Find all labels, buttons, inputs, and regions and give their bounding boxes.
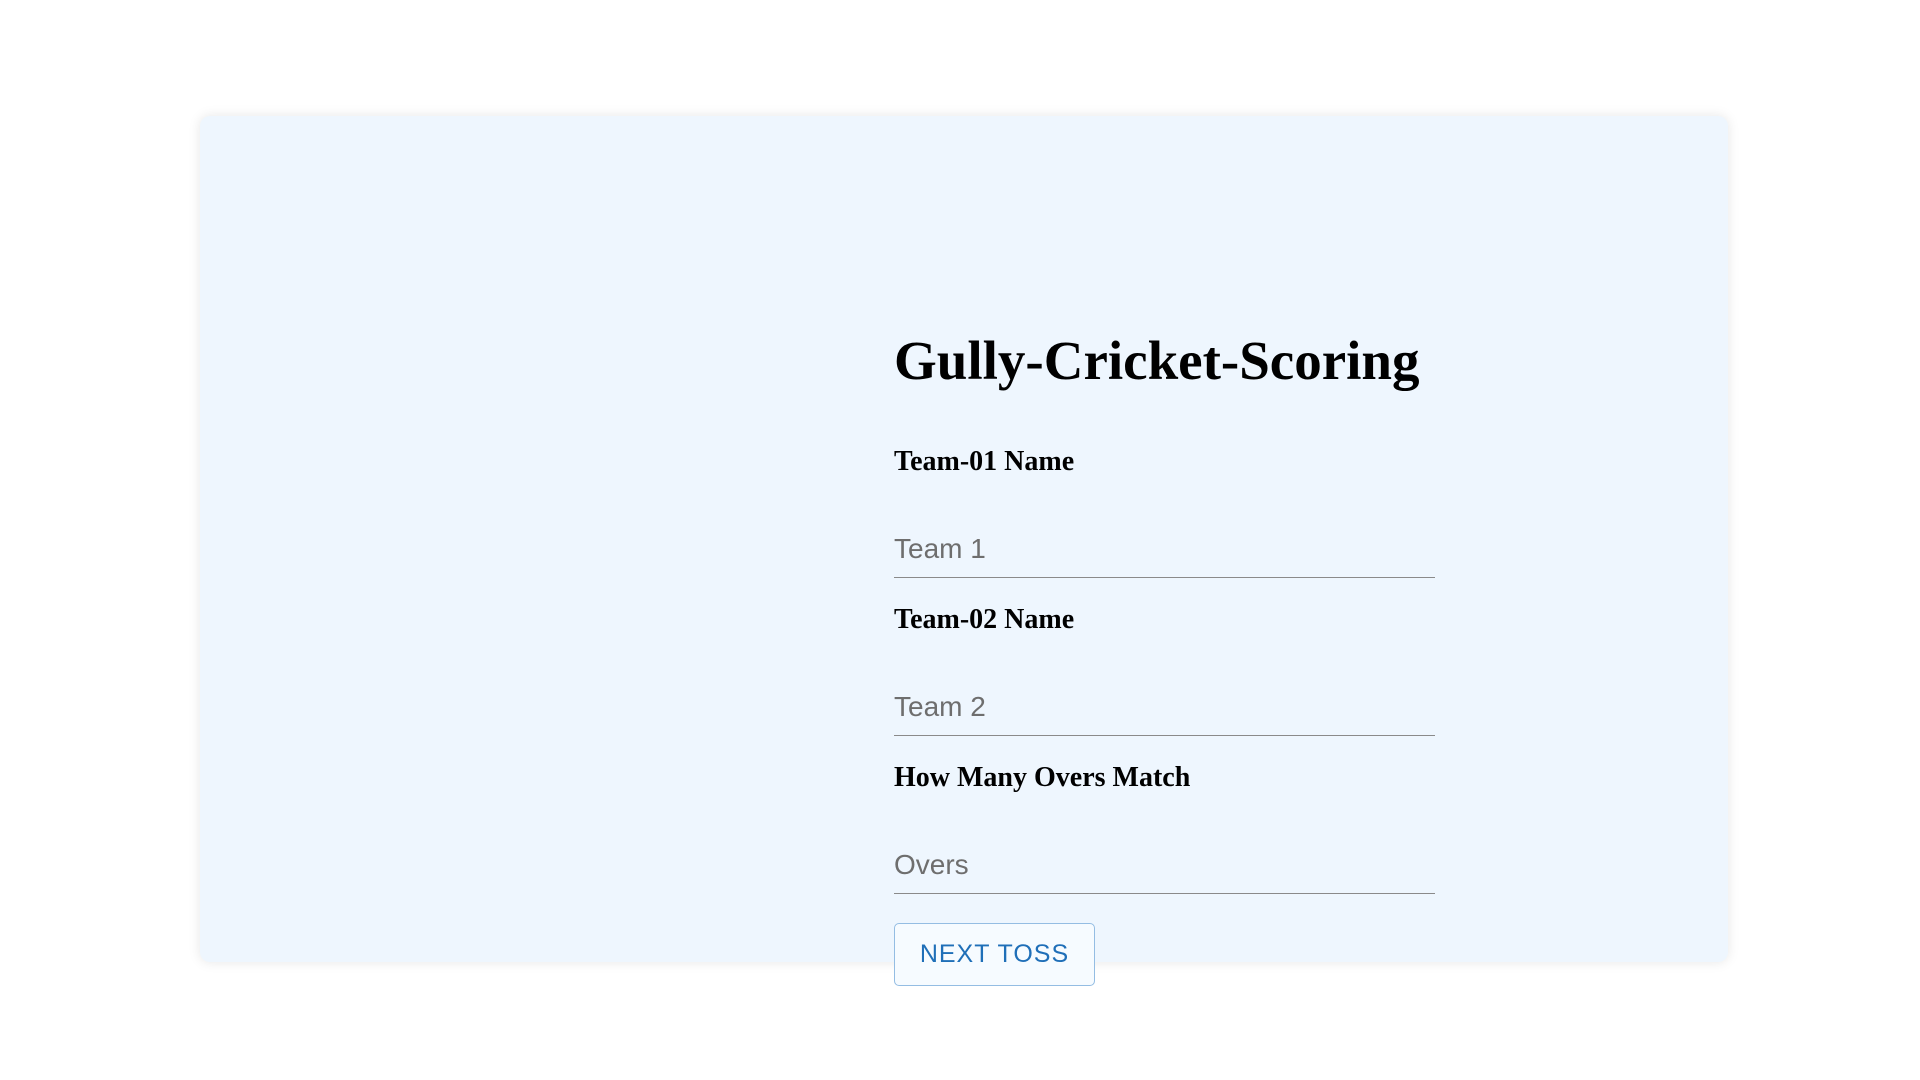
overs-input[interactable] [894,842,1435,894]
setup-card: Gully-Cricket-Scoring Team-01 Name Team-… [200,116,1728,986]
team1-name-label: Team-01 Name [894,446,1075,477]
team2-name-input[interactable] [894,684,1435,736]
match-setup-form: Gully-Cricket-Scoring Team-01 Name Team-… [894,316,1435,986]
page-title: Gully-Cricket-Scoring [894,330,1420,391]
team1-name-input[interactable] [894,526,1435,578]
next-toss-button[interactable]: NEXT TOSS [894,923,1095,986]
team2-name-label: Team-02 Name [894,604,1075,635]
overs-label: How Many Overs Match [894,762,1191,793]
